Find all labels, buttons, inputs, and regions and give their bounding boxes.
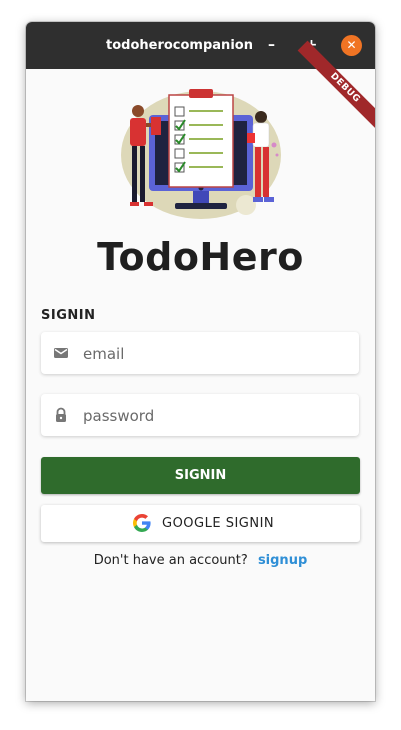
email-field[interactable] xyxy=(41,332,359,376)
lock-icon xyxy=(56,407,66,422)
todo-illustration-icon xyxy=(121,89,281,219)
signup-prompt: Don't have an account? xyxy=(93,553,248,568)
app-window: todoherocompanion – + ✕ DEBUG xyxy=(26,22,375,701)
google-icon xyxy=(133,514,151,532)
signin-button[interactable]: SIGNIN xyxy=(41,457,360,494)
signup-row: Don't have an account? signup xyxy=(26,549,375,573)
google-signin-label: GOOGLE SIGNIN xyxy=(162,516,275,531)
mail-icon xyxy=(54,348,68,358)
signup-link[interactable]: signup xyxy=(258,553,307,568)
window-title: todoherocompanion xyxy=(106,38,253,53)
app-title: TodoHero xyxy=(97,235,304,279)
password-field[interactable] xyxy=(41,394,359,438)
email-input[interactable] xyxy=(81,332,355,376)
password-input[interactable] xyxy=(81,394,355,438)
google-signin-button[interactable]: GOOGLE SIGNIN xyxy=(41,505,360,542)
minimize-button[interactable]: – xyxy=(261,35,282,56)
signin-section-label: SIGNIN xyxy=(41,308,96,323)
close-button[interactable]: ✕ xyxy=(341,35,362,56)
signin-screen: DEBUG TodoHero SIGNIN email SIGNIN GOOGL… xyxy=(26,40,375,701)
